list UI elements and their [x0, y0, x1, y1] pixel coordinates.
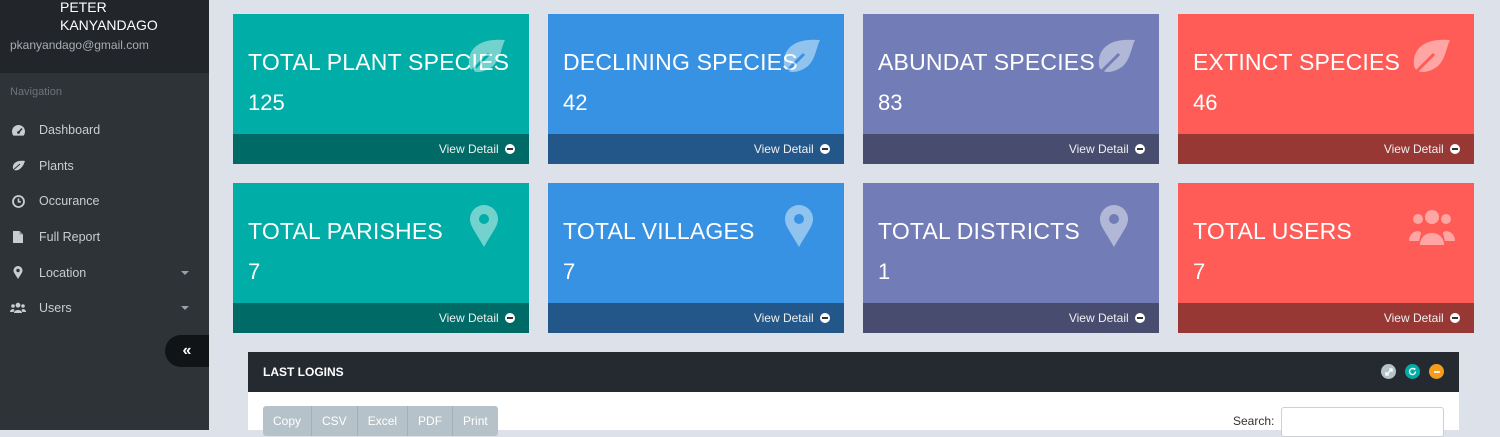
- view-detail-label: View Detail: [438, 311, 499, 325]
- sidebar-item-label: Dashboard: [39, 123, 101, 137]
- pdf-button[interactable]: PDF: [408, 406, 454, 436]
- stat-tile-total-districts: TOTAL DISTRICTS 1 View Detail: [863, 183, 1159, 333]
- print-button[interactable]: Print: [453, 406, 498, 436]
- user-email: pkanyandago@gmail.com: [10, 38, 149, 52]
- sidebar-item-label: Plants: [39, 159, 74, 173]
- arrow-circle-icon: [820, 313, 830, 323]
- leaf-icon: [779, 39, 820, 79]
- sidebar-profile: PETER KANYANDAGO pkanyandago@gmail.com: [0, 0, 209, 73]
- tile-title: TOTAL USERS: [1193, 218, 1352, 244]
- sidebar-item-label: Users: [39, 301, 72, 315]
- user-name-line-1: PETER: [60, 0, 107, 15]
- excel-button[interactable]: Excel: [357, 406, 409, 436]
- panel-title: LAST LOGINS: [263, 365, 344, 379]
- tile-title: TOTAL PARISHES: [248, 218, 443, 244]
- expand-icon[interactable]: [1381, 364, 1396, 379]
- map-marker-icon: [1100, 205, 1128, 247]
- arrow-circle-icon: [1450, 144, 1460, 154]
- stat-tile-extinct-species: EXTINCT SPECIES 46 View Detail: [1178, 14, 1474, 164]
- view-detail-link[interactable]: View Detail: [548, 303, 844, 333]
- tile-value: 42: [563, 90, 588, 115]
- users-icon: [1409, 210, 1455, 245]
- clock-icon: [10, 193, 26, 209]
- leaf-icon: [10, 158, 26, 174]
- view-detail-link[interactable]: View Detail: [863, 303, 1159, 333]
- view-detail-label: View Detail: [1383, 142, 1444, 156]
- map-marker-icon: [785, 205, 813, 247]
- stat-tile-total-plant-species: TOTAL PLANT SPECIES 125 View Detail: [233, 14, 529, 164]
- file-icon: [10, 229, 26, 245]
- stat-tile-total-users: TOTAL USERS 7 View Detail: [1178, 183, 1474, 333]
- copy-button[interactable]: Copy: [263, 406, 313, 436]
- arrow-circle-icon: [1135, 313, 1145, 323]
- view-detail-label: View Detail: [1068, 311, 1129, 325]
- export-button-group: Copy CSV Excel PDF Print: [263, 406, 498, 436]
- nav-heading: Navigation: [10, 86, 62, 98]
- sidebar-item-dashboard[interactable]: Dashboard: [0, 113, 209, 147]
- users-icon: [10, 300, 26, 316]
- tile-value: 7: [563, 259, 576, 284]
- arrow-circle-icon: [505, 313, 515, 323]
- dashboard-icon: [10, 122, 26, 138]
- panel-controls: [1381, 364, 1444, 379]
- tile-title: ABUNDAT SPECIES: [878, 49, 1095, 75]
- leaf-icon: [1094, 39, 1135, 79]
- sidebar-item-label: Full Report: [39, 230, 101, 244]
- tile-title: EXTINCT SPECIES: [1193, 49, 1401, 75]
- arrow-circle-icon: [1450, 313, 1460, 323]
- view-detail-label: View Detail: [753, 142, 814, 156]
- sidebar-item-plants[interactable]: Plants: [0, 149, 209, 183]
- view-detail-link[interactable]: View Detail: [863, 134, 1159, 164]
- chevron-down-icon: [181, 306, 189, 310]
- arrow-circle-icon: [820, 144, 830, 154]
- view-detail-label: View Detail: [1383, 311, 1444, 325]
- view-detail-link[interactable]: View Detail: [1178, 134, 1474, 164]
- stat-tile-total-parishes: TOTAL PARISHES 7 View Detail: [233, 183, 529, 333]
- chevron-down-icon: [181, 271, 189, 275]
- reload-icon[interactable]: [1405, 364, 1420, 379]
- view-detail-link[interactable]: View Detail: [1178, 303, 1474, 333]
- sidebar-item-label: Location: [39, 266, 87, 280]
- sidebar-item-location[interactable]: Location: [0, 256, 209, 290]
- tile-value: 83: [878, 90, 903, 115]
- user-name-line-2: KANYANDAGO: [60, 17, 158, 33]
- panel-header: LAST LOGINS: [248, 352, 1459, 392]
- tile-value: 1: [878, 259, 891, 284]
- view-detail-link[interactable]: View Detail: [233, 134, 529, 164]
- arrow-circle-icon: [505, 144, 515, 154]
- tile-title: DECLINING SPECIES: [563, 49, 798, 75]
- user-name: PETER KANYANDAGO: [60, 0, 158, 34]
- stat-tile-declining-species: DECLINING SPECIES 42 View Detail: [548, 14, 844, 164]
- last-logins-panel: LAST LOGINS Copy CSV Excel PDF Print Sea…: [248, 352, 1459, 437]
- sidebar-item-label: Occurance: [39, 194, 100, 208]
- sidebar-item-occurance[interactable]: Occurance: [0, 184, 209, 218]
- sidebar-item-full-report[interactable]: Full Report: [0, 220, 209, 254]
- tile-value: 46: [1193, 90, 1218, 115]
- stat-tile-abundat-species: ABUNDAT SPECIES 83 View Detail: [863, 14, 1159, 164]
- view-detail-label: View Detail: [753, 311, 814, 325]
- tile-value: 7: [1193, 259, 1206, 284]
- view-detail-link[interactable]: View Detail: [233, 303, 529, 333]
- csv-button[interactable]: CSV: [312, 406, 358, 436]
- sidebar-item-users[interactable]: Users: [0, 291, 209, 325]
- sidebar-collapse-button[interactable]: «: [165, 335, 209, 367]
- stat-tile-total-villages: TOTAL VILLAGES 7 View Detail: [548, 183, 844, 333]
- map-marker-icon: [470, 205, 498, 247]
- tile-title: TOTAL DISTRICTS: [878, 218, 1080, 244]
- tile-value: 125: [248, 90, 285, 115]
- view-detail-label: View Detail: [438, 142, 499, 156]
- arrow-circle-icon: [1135, 144, 1145, 154]
- view-detail-link[interactable]: View Detail: [548, 134, 844, 164]
- leaf-icon: [1409, 39, 1450, 79]
- view-detail-label: View Detail: [1068, 142, 1129, 156]
- sidebar: PETER KANYANDAGO pkanyandago@gmail.com N…: [0, 0, 209, 430]
- tile-title: TOTAL VILLAGES: [563, 218, 755, 244]
- minimize-icon[interactable]: [1429, 364, 1444, 379]
- search-label: Search:: [1233, 414, 1275, 428]
- map-marker-icon: [10, 265, 26, 281]
- leaf-icon: [464, 39, 505, 79]
- search-input[interactable]: [1281, 407, 1444, 437]
- tile-value: 7: [248, 259, 261, 284]
